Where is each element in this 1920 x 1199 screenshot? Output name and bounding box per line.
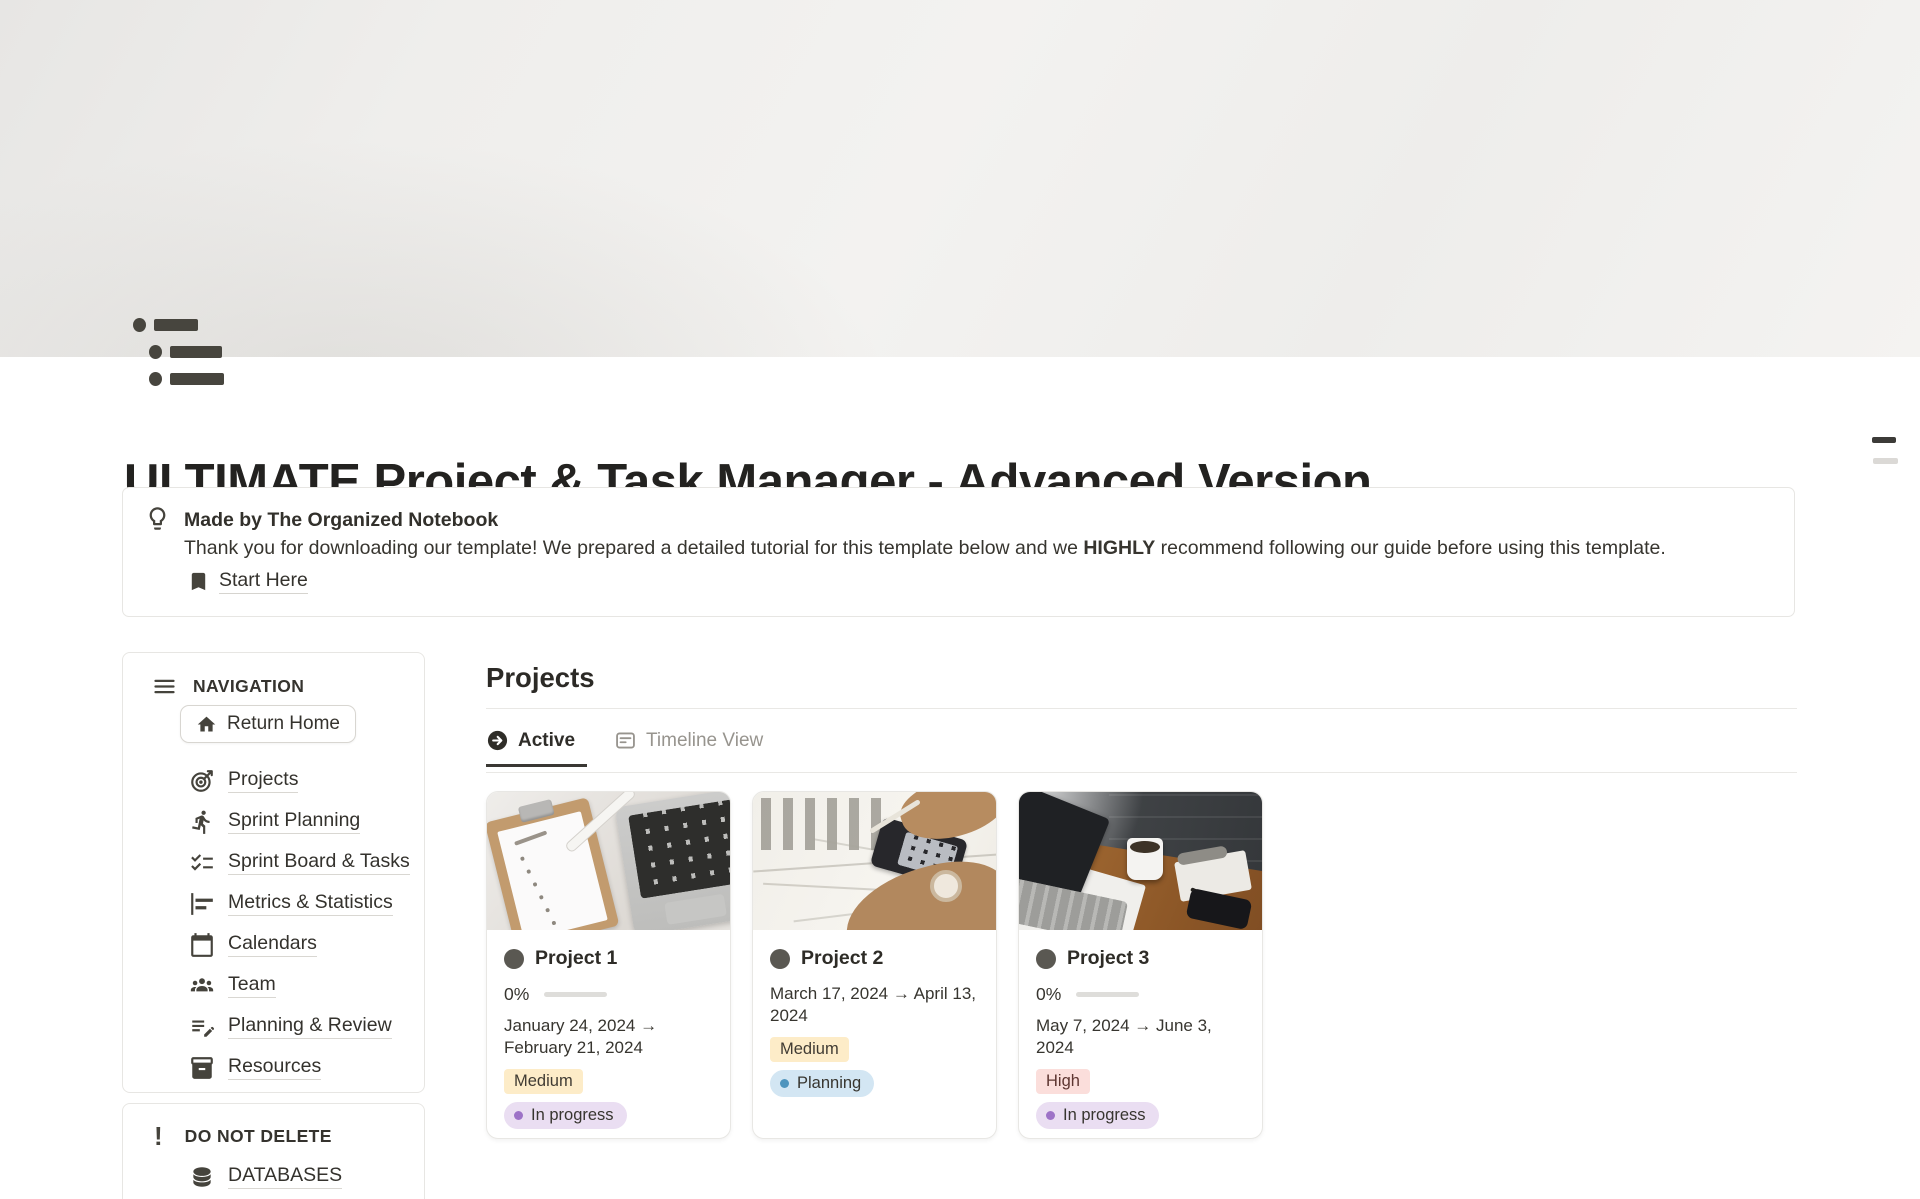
bar-chart-icon	[189, 891, 215, 917]
date-range: January 24, 2024 → February 21, 2024	[504, 1015, 713, 1060]
timeline-view-icon	[614, 729, 637, 752]
nav-list: Projects Sprint Planning Sprint Board & …	[189, 760, 410, 1088]
heading-divider	[486, 708, 1797, 709]
bullet-list-icon[interactable]	[133, 316, 219, 392]
checklist-icon	[189, 850, 215, 876]
nav-section-title: NAVIGATION	[193, 676, 304, 697]
project-icon	[770, 949, 790, 969]
return-home-label: Return Home	[227, 713, 340, 735]
status-tag: In progress	[504, 1102, 627, 1129]
sidebar-item-team[interactable]: Team	[189, 965, 410, 1006]
team-icon	[189, 973, 215, 999]
view-tabs: Active Timeline View	[486, 727, 1797, 773]
project-card-2[interactable]: Project 2 March 17, 2024 → April 13, 202…	[752, 791, 997, 1139]
made-by-callout: Made by The Organized Notebook Thank you…	[122, 487, 1795, 617]
navigation-panel: NAVIGATION Return Home Projects Sp	[122, 652, 425, 1093]
start-here-link[interactable]: Start Here	[187, 569, 308, 594]
status-dot	[1046, 1111, 1055, 1120]
project-1-cover-image	[487, 792, 730, 930]
sidebar-item-projects[interactable]: Projects	[189, 760, 410, 801]
project-3-cover-image	[1019, 792, 1262, 930]
date-range: March 17, 2024 → April 13, 2024	[770, 983, 979, 1028]
arrow-circle-right-icon	[486, 729, 509, 752]
progress-bar	[1076, 992, 1139, 997]
sidebar-item-sprint-planning[interactable]: Sprint Planning	[189, 801, 410, 842]
edit-note-icon	[189, 1014, 215, 1040]
page-cover-image	[0, 0, 1920, 357]
runner-icon	[189, 809, 215, 835]
home-icon	[196, 714, 217, 735]
notion-page: ULTIMATE Project & Task Manager - Advanc…	[0, 0, 1920, 1199]
database-icon	[189, 1164, 215, 1190]
sidebar-item-calendars[interactable]: Calendars	[189, 924, 410, 965]
sidebar-item-resources[interactable]: Resources	[189, 1047, 410, 1088]
project-card-1[interactable]: Project 1 0% January 24, 2024 → February…	[486, 791, 731, 1139]
scroll-indicator	[1873, 458, 1898, 464]
sidebar-item-metrics[interactable]: Metrics & Statistics	[189, 883, 410, 924]
return-home-button[interactable]: Return Home	[180, 705, 356, 743]
bookmark-icon	[187, 570, 210, 593]
priority-tag: Medium	[504, 1069, 583, 1094]
start-here-label: Start Here	[219, 569, 308, 594]
priority-tag: High	[1036, 1069, 1090, 1094]
danger-section-title: DO NOT DELETE	[185, 1126, 332, 1147]
project-icon	[504, 949, 524, 969]
calendar-icon	[189, 932, 215, 958]
project-icon	[1036, 949, 1056, 969]
callout-author: Made by The Organized Notebook	[184, 509, 498, 532]
lightbulb-icon	[144, 505, 171, 532]
do-not-delete-panel: ! DO NOT DELETE DATABASES	[122, 1103, 425, 1199]
tab-active-view[interactable]: Active	[486, 727, 587, 767]
minimize-dash-icon[interactable]	[1872, 437, 1896, 443]
callout-body: Thank you for downloading our template! …	[184, 537, 1744, 560]
project-card-3[interactable]: Project 3 0% May 7, 2024 → June 3, 2024 …	[1018, 791, 1263, 1139]
date-range: May 7, 2024 → June 3, 2024	[1036, 1015, 1245, 1060]
progress-bar	[544, 992, 607, 997]
priority-tag: Medium	[770, 1037, 849, 1062]
progress-property: 0%	[504, 983, 713, 1005]
projects-gallery: Project 1 0% January 24, 2024 → February…	[486, 791, 1263, 1139]
status-tag: Planning	[770, 1070, 874, 1097]
sidebar-item-sprint-board[interactable]: Sprint Board & Tasks	[189, 842, 410, 883]
status-tag: In progress	[1036, 1102, 1159, 1129]
tab-timeline-view[interactable]: Timeline View	[614, 727, 775, 764]
exclamation-icon: !	[154, 1123, 163, 1149]
status-dot	[780, 1079, 789, 1088]
progress-property: 0%	[1036, 983, 1245, 1005]
archive-icon	[189, 1055, 215, 1081]
sidebar-item-planning-review[interactable]: Planning & Review	[189, 1006, 410, 1047]
status-dot	[514, 1111, 523, 1120]
menu-icon	[151, 673, 178, 700]
target-icon	[189, 768, 215, 794]
projects-heading: Projects	[486, 662, 595, 694]
sidebar-item-databases[interactable]: DATABASES	[189, 1156, 342, 1197]
project-2-cover-image	[753, 792, 996, 930]
